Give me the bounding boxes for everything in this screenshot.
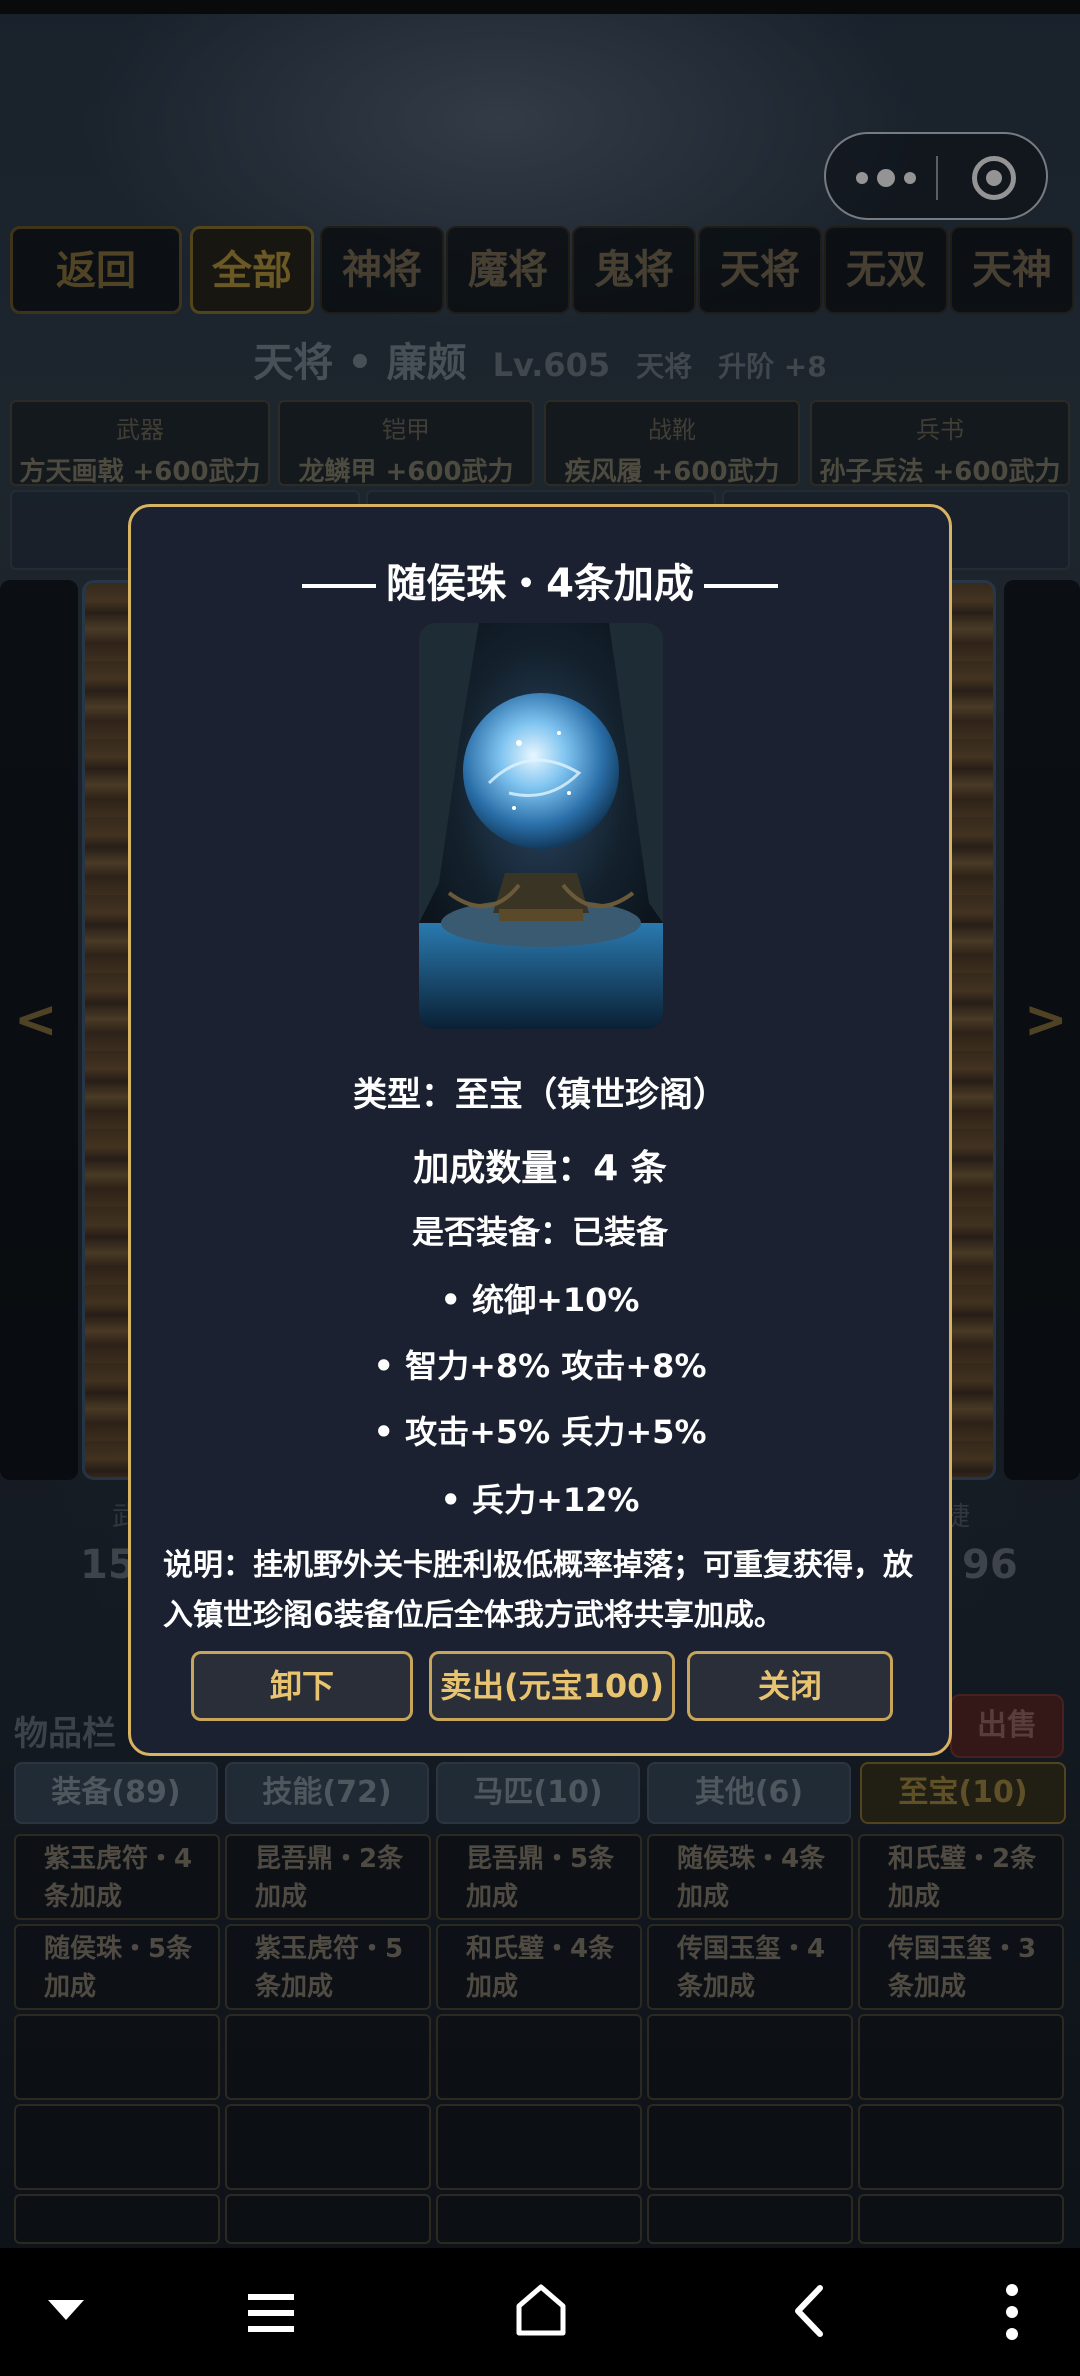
sell-treasure-button[interactable]: 卖出(元宝100) [429,1651,675,1721]
bonus-count: 加成数量：4 条 [413,1148,667,1189]
close-modal-button[interactable]: 关闭 [687,1651,893,1721]
home-icon[interactable] [514,2282,568,2338]
more-vertical-icon[interactable] [1002,2282,1022,2342]
menu-lines-icon[interactable] [246,2288,296,2338]
title-dash-left [302,584,377,588]
back-icon[interactable] [790,2284,830,2338]
treasure-image [419,623,663,1029]
modal-title-row: 随侯珠・4条加成 [131,551,949,609]
title-dash-right [703,584,778,588]
unequip-button[interactable]: 卸下 [191,1651,413,1721]
android-nav-bar [0,2248,1080,2376]
treasure-description: 说明：挂机野外关卡胜利极低概率掉落；可重复获得，放入镇世珍阁6装备位后全体我方武… [163,1548,913,1633]
equipped-status: 是否装备：已装备 [411,1213,668,1251]
bonus-line: • 统御+10% [440,1281,640,1319]
bonus-line: • 兵力+12% [440,1481,640,1519]
treasure-detail-modal: 随侯珠・4条加成 类型：至宝（镇世珍阁） 加成数量：4 条 是否装备：已装备 •… [128,504,952,1756]
bonus-line: • 智力+8% 攻击+8% [373,1347,707,1385]
bonus-line: • 攻击+5% 兵力+5% [373,1413,707,1451]
chevron-down-icon[interactable] [44,2288,88,2332]
treasure-type: 类型：至宝（镇世珍阁） [353,1075,727,1115]
modal-title: 随侯珠・4条加成 [386,561,694,607]
